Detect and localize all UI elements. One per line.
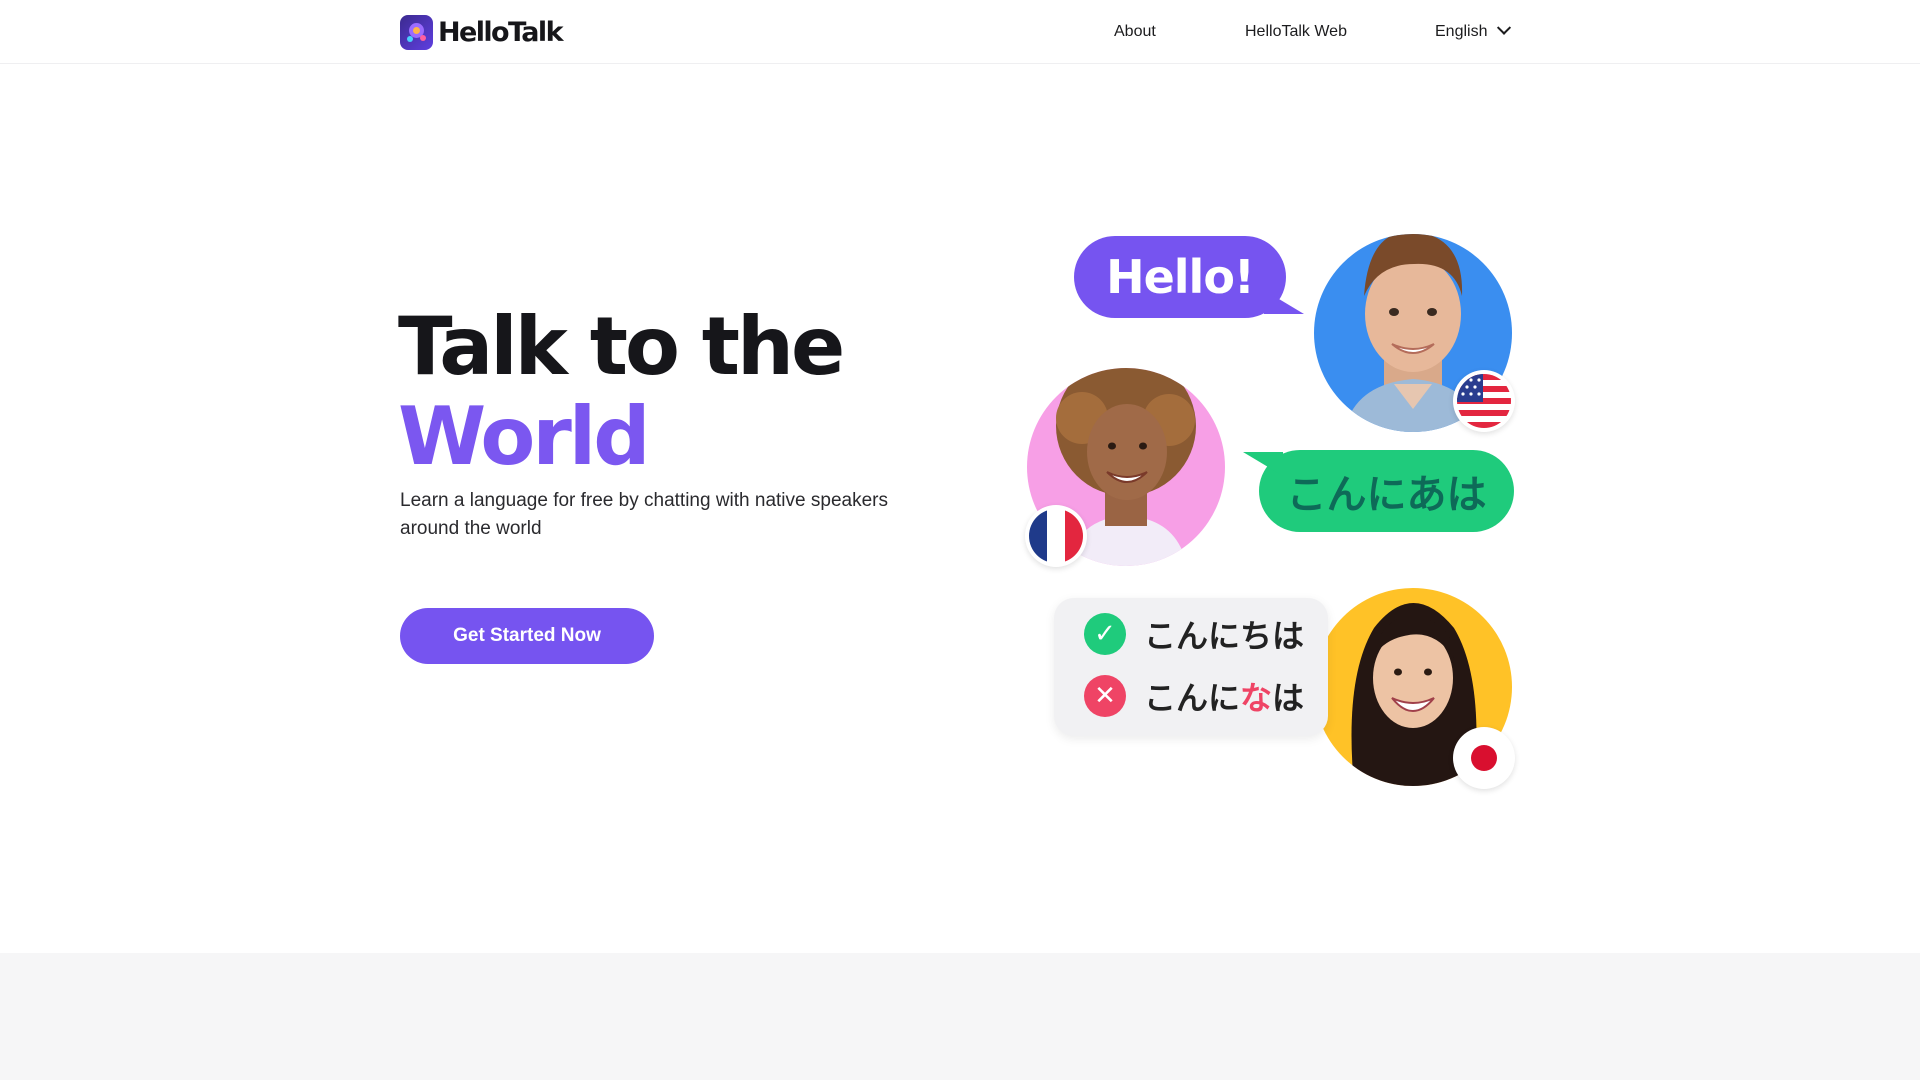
hero-title-accent: World (398, 390, 651, 483)
bubble-tail (1243, 452, 1283, 476)
hellotalk-logo-icon (400, 14, 433, 50)
france-flag-icon (1025, 505, 1087, 567)
nav-about-link[interactable]: About (1114, 0, 1156, 64)
hello-speech-bubble: Hello! (1074, 236, 1304, 318)
x-icon: ✕ (1084, 675, 1126, 717)
language-label: English (1435, 23, 1488, 40)
hero-title: Talk to the World (398, 300, 845, 483)
quiz-wrong-prefix: こんに (1144, 679, 1241, 717)
us-flag-icon (1453, 370, 1515, 432)
avatar-smiling-woman (1314, 588, 1512, 786)
avatar-man (1314, 234, 1512, 432)
hero-subtitle: Learn a language for free by chatting wi… (400, 490, 888, 539)
quiz-correct-row: ✓ こんにちは (1084, 612, 1304, 656)
chevron-down-icon (1497, 20, 1512, 35)
smiling-woman-portrait (1344, 603, 1482, 786)
nav-hellotalk-web-link[interactable]: HelloTalk Web (1245, 0, 1347, 64)
language-selector[interactable]: English (1435, 0, 1512, 64)
get-started-button[interactable]: Get Started Now (400, 608, 654, 664)
bubble-tail (1264, 290, 1304, 314)
japanese-bubble-text: こんにあは (1286, 472, 1487, 518)
quiz-wrong-char: な (1240, 679, 1273, 717)
hero-title-line1: Talk to the (398, 300, 845, 393)
quiz-wrong-text: こんになは (1144, 673, 1304, 719)
hero-illustration: Hello! こんにあは ✓ こんにちは ✕ こんになは (0, 0, 1920, 1080)
hellotalk-logo[interactable]: HelloTalk (400, 14, 564, 50)
quiz-card: ✓ こんにちは ✕ こんになは (1054, 598, 1328, 736)
japanese-speech-bubble: こんにあは (1243, 450, 1514, 532)
quiz-wrong-row: ✕ こんになは (1084, 674, 1304, 718)
japan-flag-icon (1453, 727, 1515, 789)
logo-text: HelloTalk (438, 16, 564, 48)
hello-bubble-text: Hello! (1106, 250, 1255, 304)
next-section-band (0, 953, 1920, 1080)
quiz-wrong-suffix: は (1272, 679, 1305, 717)
man-portrait (1344, 234, 1482, 432)
check-icon: ✓ (1084, 613, 1126, 655)
curly-woman-portrait (1056, 368, 1196, 566)
avatar-curly-woman (1027, 368, 1225, 566)
quiz-correct-text: こんにちは (1144, 617, 1305, 655)
site-header: HelloTalk About HelloTalk Web English (0, 0, 1920, 64)
